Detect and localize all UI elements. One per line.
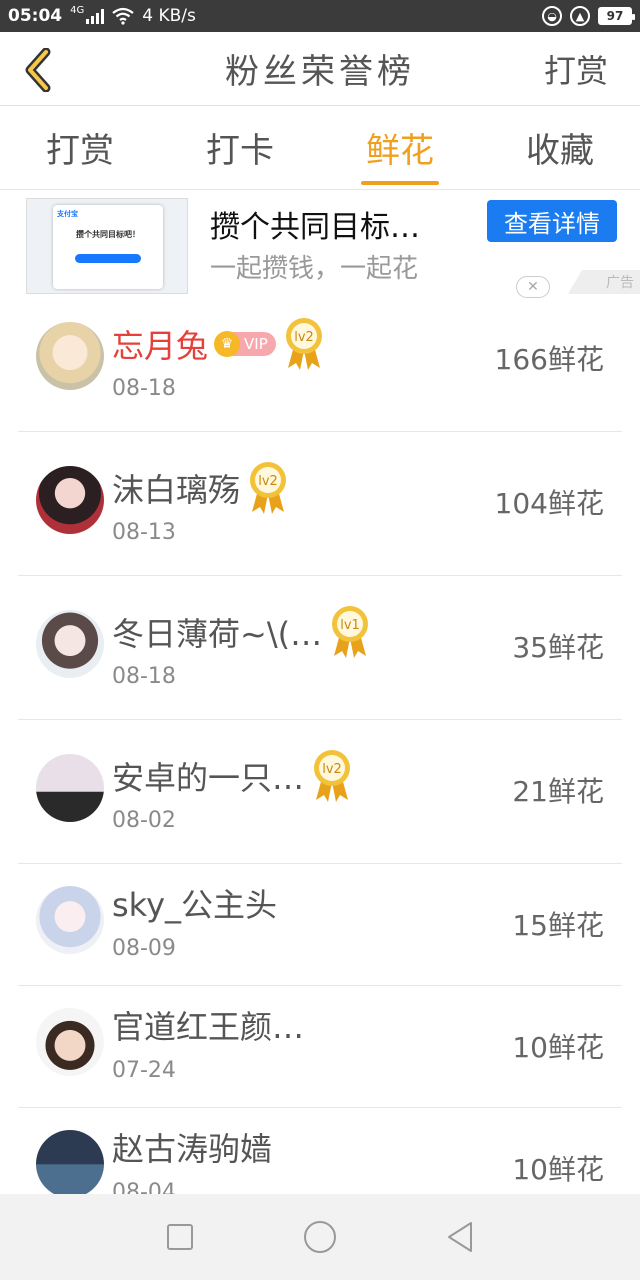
date: 08-18 bbox=[112, 376, 176, 401]
ad-subtitle: 一起攒钱，一起花 bbox=[210, 254, 419, 284]
vip-label: VIP bbox=[244, 335, 268, 353]
fan-list: 忘月兔 ♛ VIP lv2 08-18 166鲜花 沫白璃殇 lv2 08-13… bbox=[0, 288, 640, 1194]
circle-icon bbox=[304, 1221, 336, 1253]
ad-thumbnail-button bbox=[75, 254, 141, 263]
tab-checkin[interactable]: 打卡 bbox=[160, 106, 320, 189]
list-item[interactable]: 冬日薄荷~\(… lv1 08-18 35鲜花 bbox=[18, 576, 622, 720]
flower-count: 10鲜花 bbox=[512, 1031, 604, 1064]
chevron-left-icon bbox=[25, 48, 51, 92]
medal-level: lv2 bbox=[294, 330, 314, 345]
date: 08-04 bbox=[112, 1180, 176, 1194]
list-item[interactable]: 官道红王颜… 07-24 10鲜花 bbox=[18, 986, 622, 1108]
user-name: 官道红王颜… bbox=[112, 1008, 305, 1046]
date: 08-09 bbox=[112, 936, 176, 961]
square-icon bbox=[167, 1224, 193, 1250]
medal-icon: lv1 bbox=[332, 606, 369, 658]
status-right: ◒ ▲ 97 bbox=[542, 6, 635, 26]
flower-count: 35鲜花 bbox=[512, 631, 604, 664]
vip-badge: ♛ VIP bbox=[214, 331, 276, 357]
signal-icon bbox=[86, 8, 105, 24]
ad-thumbnail-brand: 支付宝 bbox=[57, 210, 78, 218]
name-line: 赵古涛驹嫱 bbox=[112, 1124, 272, 1170]
header: 粉丝荣誉榜 打赏 bbox=[0, 32, 640, 106]
date: 07-24 bbox=[112, 1058, 176, 1083]
user-name: sky_公主头 bbox=[112, 886, 278, 924]
list-item[interactable]: 忘月兔 ♛ VIP lv2 08-18 166鲜花 bbox=[18, 288, 622, 432]
user-name: 冬日薄荷~\(… bbox=[112, 615, 323, 653]
ad-banner[interactable]: 支付宝 攒个共同目标吧！ 攒个共同目标… 一起攒钱，一起花 查看详情 ✕ 广告 bbox=[0, 190, 640, 302]
avatar bbox=[36, 610, 104, 678]
date: 08-18 bbox=[112, 664, 176, 689]
lock-icon: ▲ bbox=[570, 6, 590, 26]
user-name: 沫白璃殇 bbox=[112, 471, 241, 509]
status-bar: 05:04 4G 4 KB/s ◒ ▲ 97 bbox=[0, 0, 640, 32]
name-line: 忘月兔 ♛ VIP lv2 bbox=[112, 316, 324, 372]
wifi-icon bbox=[112, 7, 134, 25]
triangle-back-icon bbox=[448, 1222, 472, 1252]
system-nav-bar bbox=[0, 1194, 640, 1280]
recents-button[interactable] bbox=[162, 1219, 198, 1255]
medal-level: lv2 bbox=[258, 474, 278, 489]
tab-favorites[interactable]: 收藏 bbox=[480, 106, 640, 189]
network-type: 4G bbox=[70, 4, 85, 16]
avatar bbox=[36, 886, 104, 954]
ad-details-button[interactable]: 查看详情 bbox=[487, 200, 617, 242]
name-line: 沫白璃殇 lv2 bbox=[112, 460, 288, 516]
name-line: 安卓的一只… lv2 bbox=[112, 748, 352, 804]
user-name: 忘月兔 bbox=[112, 327, 209, 365]
list-item[interactable]: 赵古涛驹嫱 08-04 10鲜花 bbox=[18, 1108, 622, 1194]
flower-count: 21鲜花 bbox=[512, 775, 604, 808]
reward-button[interactable]: 打赏 bbox=[544, 46, 608, 92]
eye-comfort-icon: ◒ bbox=[542, 6, 562, 26]
flower-count: 10鲜花 bbox=[512, 1153, 604, 1186]
back-nav-button[interactable] bbox=[442, 1219, 478, 1255]
flower-count: 166鲜花 bbox=[494, 343, 604, 376]
status-time: 05:04 bbox=[8, 6, 63, 26]
ad-thumbnail-title: 攒个共同目标吧！ bbox=[76, 230, 140, 239]
network-speed: 4 KB/s bbox=[142, 6, 196, 26]
tab-reward[interactable]: 打赏 bbox=[0, 106, 160, 189]
medal-level: lv2 bbox=[322, 762, 342, 777]
flower-count: 15鲜花 bbox=[512, 909, 604, 942]
ad-thumbnail-card: 支付宝 攒个共同目标吧！ bbox=[53, 205, 163, 289]
user-name: 赵古涛驹嫱 bbox=[112, 1130, 273, 1168]
ad-thumbnail: 支付宝 攒个共同目标吧！ bbox=[26, 198, 188, 294]
date: 08-02 bbox=[112, 808, 176, 833]
medal-level: lv1 bbox=[340, 618, 360, 633]
user-name: 安卓的一只… bbox=[112, 759, 305, 797]
name-line: 冬日薄荷~\(… lv1 bbox=[112, 604, 370, 660]
back-button[interactable] bbox=[18, 48, 58, 92]
avatar bbox=[36, 322, 104, 390]
status-left: 05:04 4G 4 KB/s bbox=[8, 4, 196, 27]
avatar bbox=[36, 1008, 104, 1076]
tab-flowers[interactable]: 鲜花 bbox=[320, 106, 480, 189]
list-item[interactable]: sky_公主头 08-09 15鲜花 bbox=[18, 864, 622, 986]
medal-icon: lv2 bbox=[314, 750, 351, 802]
name-line: 官道红王颜… bbox=[112, 1002, 304, 1048]
date: 08-13 bbox=[112, 520, 176, 545]
name-line: sky_公主头 bbox=[112, 880, 277, 926]
battery-icon: 97 bbox=[598, 7, 635, 25]
crown-icon: ♛ bbox=[214, 331, 241, 357]
list-item[interactable]: 沫白璃殇 lv2 08-13 104鲜花 bbox=[18, 432, 622, 576]
ad-title: 攒个共同目标… bbox=[210, 210, 420, 245]
flower-count: 104鲜花 bbox=[494, 487, 604, 520]
medal-icon: lv2 bbox=[250, 462, 287, 514]
home-button[interactable] bbox=[302, 1219, 338, 1255]
tab-bar: 打赏 打卡 鲜花 收藏 bbox=[0, 106, 640, 190]
list-item[interactable]: 安卓的一只… lv2 08-02 21鲜花 bbox=[18, 720, 622, 864]
avatar bbox=[36, 466, 104, 534]
avatar bbox=[36, 754, 104, 822]
medal-icon: lv2 bbox=[285, 318, 322, 370]
avatar bbox=[36, 1130, 104, 1194]
